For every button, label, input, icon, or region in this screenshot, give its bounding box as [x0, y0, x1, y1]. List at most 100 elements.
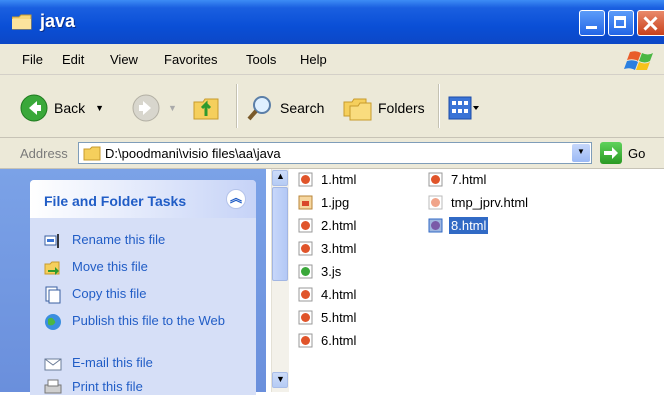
scroll-down-button[interactable]: ▼ — [272, 372, 288, 388]
html-file-icon — [428, 172, 443, 186]
file-item-selected[interactable]: 8.html — [428, 216, 489, 234]
task-label: Publish this file to the Web — [72, 313, 225, 328]
print-icon — [44, 379, 62, 394]
file-item[interactable]: 1.html — [298, 170, 358, 188]
address-label: Address — [20, 146, 68, 161]
views-button[interactable] — [448, 96, 480, 120]
file-item[interactable]: 3.js — [298, 262, 343, 280]
vertical-scrollbar[interactable]: ▲ ▼ — [271, 169, 289, 392]
file-item[interactable]: 5.html — [298, 308, 358, 326]
forward-button[interactable]: ▼ — [132, 94, 177, 122]
file-item[interactable]: 4.html — [298, 285, 358, 303]
folders-button[interactable]: Folders — [342, 94, 425, 122]
folder-icon — [12, 14, 32, 30]
back-label: Back — [54, 100, 86, 116]
file-item[interactable]: 6.html — [298, 331, 358, 349]
html-file-icon — [298, 310, 313, 324]
task-pane: File and Folder Tasks ︽ Rename this file… — [0, 169, 266, 395]
go-button[interactable] — [600, 142, 622, 164]
task-label: E-mail this file — [72, 355, 153, 370]
task-label: Move this file — [72, 259, 148, 274]
file-item[interactable]: 7.html — [428, 170, 488, 188]
address-input[interactable]: D:\poodmani\visio files\aa\java ▼ — [78, 142, 592, 164]
menu-help[interactable]: Help — [300, 52, 327, 67]
window-title: java — [40, 11, 76, 31]
file-name: 1.jpg — [321, 194, 350, 210]
file-item[interactable]: 1.jpg — [298, 193, 351, 211]
file-name: 1.html — [321, 171, 357, 187]
menu-tools[interactable]: Tools — [246, 52, 276, 67]
image-file-icon — [298, 195, 313, 209]
file-name: 3.html — [321, 240, 357, 256]
html-file-icon — [298, 241, 313, 255]
search-icon — [247, 96, 271, 121]
panel-title: File and Folder Tasks — [44, 193, 187, 209]
task-label: Rename this file — [72, 232, 166, 247]
forward-arrow-icon — [132, 94, 160, 122]
menu-favorites[interactable]: Favorites — [164, 52, 217, 67]
maximize-button[interactable] — [608, 10, 634, 36]
folder-icon — [83, 146, 101, 161]
chevron-down-icon: ▼ — [276, 374, 285, 384]
scroll-thumb[interactable] — [272, 187, 288, 281]
up-folder-icon — [193, 98, 219, 120]
chevron-up-icon: ▲ — [276, 171, 285, 181]
file-folder-tasks-panel: File and Folder Tasks ︽ Rename this file… — [30, 180, 256, 395]
menu-file[interactable]: File — [22, 52, 43, 67]
address-dropdown-button[interactable]: ▼ — [572, 144, 590, 162]
file-name: 3.js — [321, 263, 342, 279]
folders-icon — [343, 98, 372, 121]
html-file-icon — [298, 287, 313, 301]
title-bar[interactable]: java — [0, 0, 664, 44]
html-file-icon — [298, 218, 313, 232]
publish-icon — [45, 314, 61, 330]
email-icon — [44, 358, 62, 371]
file-item[interactable]: tmp_jprv.html — [428, 193, 530, 211]
task-move[interactable]: Move this file — [44, 259, 148, 277]
copy-icon — [45, 286, 61, 304]
menu-bar: File Edit View Favorites Tools Help — [0, 44, 664, 75]
html-file-icon — [298, 172, 313, 186]
toolbar-separator — [438, 84, 440, 128]
back-button[interactable]: Back ▼ — [20, 94, 104, 122]
views-icon — [448, 96, 479, 120]
rename-icon — [44, 234, 59, 248]
folders-label: Folders — [378, 100, 425, 116]
scroll-up-button[interactable]: ▲ — [272, 170, 288, 186]
html-file-icon — [298, 333, 313, 347]
move-icon — [44, 261, 60, 275]
task-label: Copy this file — [72, 286, 147, 301]
file-item[interactable]: 2.html — [298, 216, 358, 234]
script-file-icon — [298, 264, 313, 278]
task-publish[interactable]: Publish this file to the Web — [44, 313, 232, 331]
file-name: 6.html — [321, 332, 357, 348]
file-name: tmp_jprv.html — [451, 194, 529, 210]
go-arrow-icon — [604, 147, 618, 159]
back-arrow-icon — [20, 94, 48, 122]
task-rename[interactable]: Rename this file — [44, 232, 165, 250]
menu-view[interactable]: View — [110, 52, 138, 67]
file-name: 4.html — [321, 286, 357, 302]
file-item[interactable]: 3.html — [298, 239, 358, 257]
go-label[interactable]: Go — [628, 146, 645, 161]
forward-dropdown-icon[interactable]: ▼ — [168, 103, 177, 113]
search-button[interactable]: Search — [246, 94, 324, 122]
windows-logo-icon — [624, 51, 653, 70]
minimize-button[interactable] — [579, 10, 605, 36]
address-path: D:\poodmani\visio files\aa\java — [105, 146, 281, 161]
close-button[interactable] — [637, 10, 664, 36]
task-copy[interactable]: Copy this file — [44, 286, 146, 304]
menu-edit[interactable]: Edit — [62, 52, 84, 67]
toolbar-separator — [236, 84, 238, 128]
back-dropdown-icon[interactable]: ▼ — [95, 103, 104, 113]
panel-header[interactable]: File and Folder Tasks ︽ — [30, 180, 256, 218]
task-print[interactable]: Print this file — [44, 379, 143, 397]
file-name: 7.html — [451, 171, 487, 187]
collapse-chevron-icon[interactable]: ︽ — [226, 189, 246, 209]
search-label: Search — [280, 100, 325, 116]
html-file-icon — [428, 218, 443, 232]
address-bar: Address D:\poodmani\visio files\aa\java … — [0, 138, 664, 169]
up-folder-button[interactable] — [192, 92, 222, 122]
task-email[interactable]: E-mail this file — [44, 355, 153, 373]
file-name: 8.html — [449, 216, 489, 234]
